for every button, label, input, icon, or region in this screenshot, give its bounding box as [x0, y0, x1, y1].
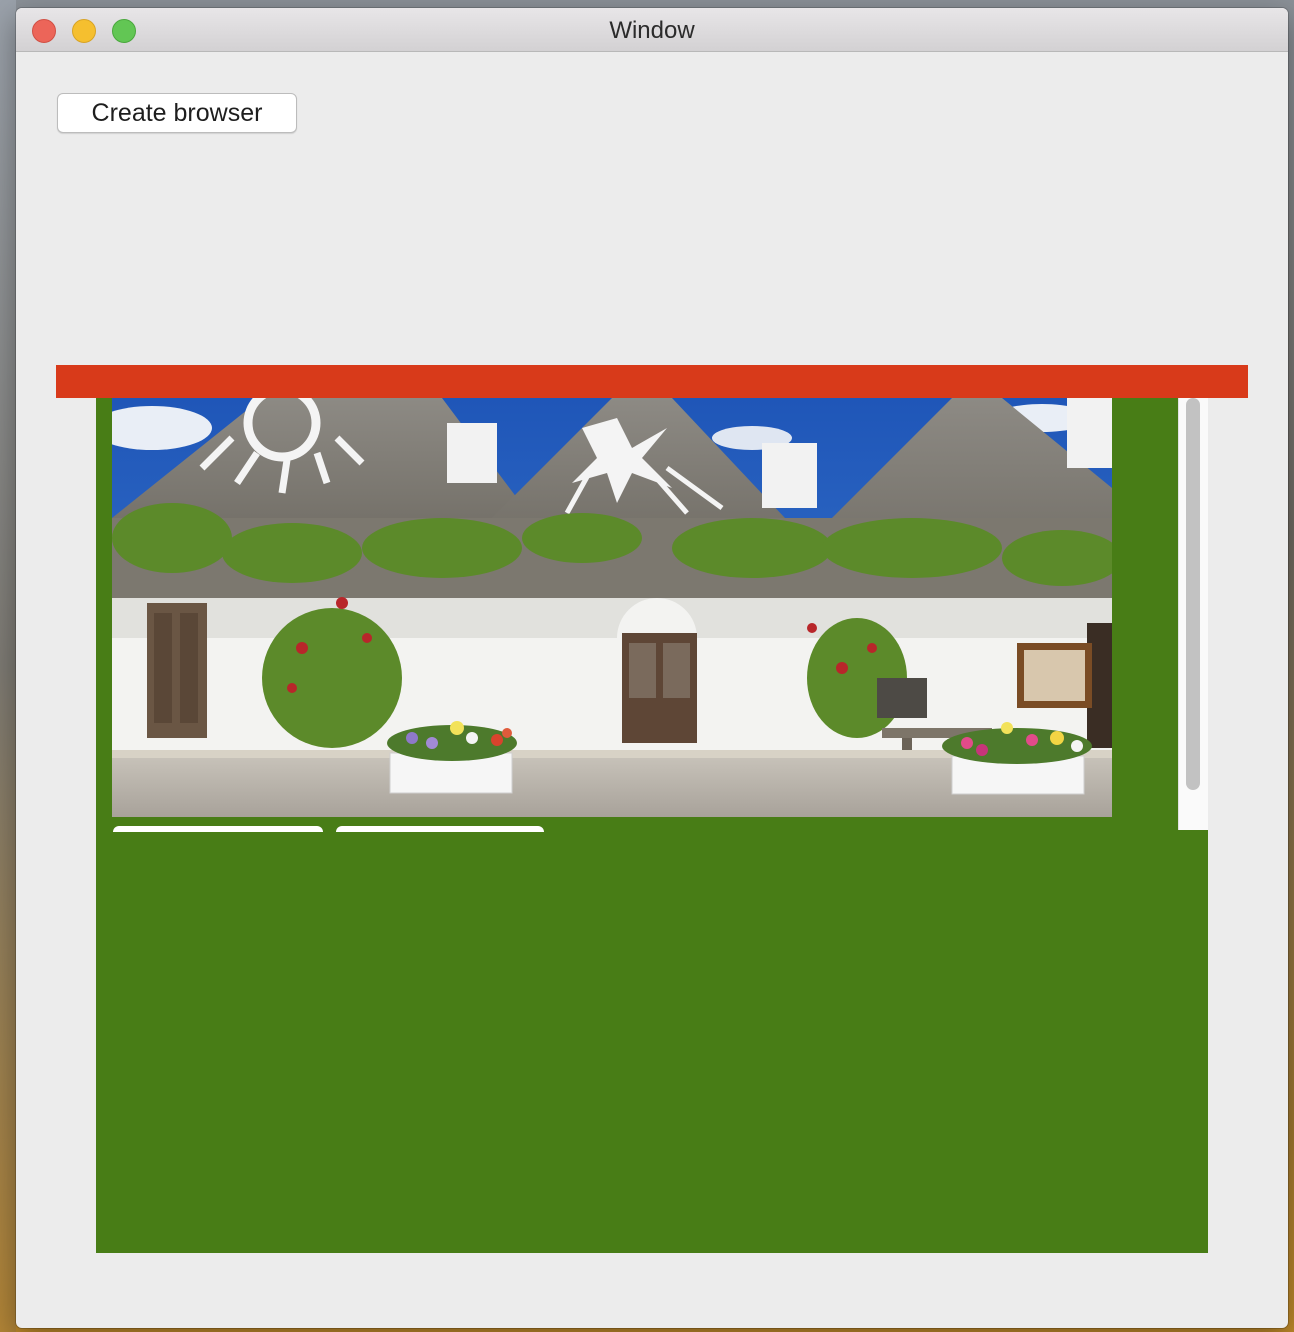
tab-stub-2[interactable] [336, 826, 544, 832]
tab-stub-1[interactable] [113, 826, 323, 832]
app-window: Window Create browser [16, 8, 1288, 1328]
red-header-bar [56, 365, 1248, 398]
desktop-background [0, 0, 16, 1332]
title-bar[interactable]: Window [16, 8, 1288, 52]
create-browser-button[interactable]: Create browser [57, 93, 297, 133]
scrollbar-thumb[interactable] [1186, 398, 1200, 790]
window-title: Window [609, 17, 695, 44]
trulli-houses-photo [112, 398, 1112, 817]
